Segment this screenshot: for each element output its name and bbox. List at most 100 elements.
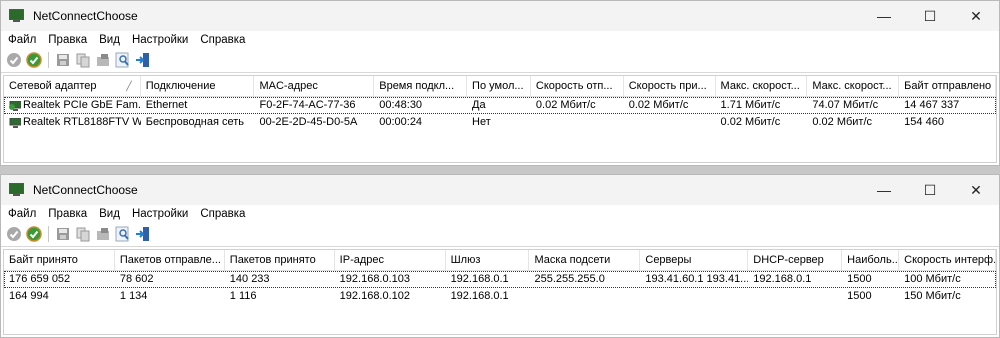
sort-arrow-icon: ╱ bbox=[126, 81, 132, 91]
title-bar[interactable]: NetConnectChoose — ☐ ✕ bbox=[1, 1, 999, 31]
cell-subnet bbox=[529, 288, 640, 305]
cell-connection: Беспроводная сеть bbox=[145, 116, 244, 128]
menu-help[interactable]: Справка bbox=[194, 34, 251, 46]
col-header-max-send[interactable]: Макс. скорост... bbox=[716, 76, 808, 96]
cell-default: Да bbox=[472, 99, 486, 111]
col-header-subnet[interactable]: Маска подсети bbox=[529, 250, 641, 270]
cell-bytes-received: 176 659 052 bbox=[9, 273, 71, 285]
table-row[interactable]: Realtek PCIe GbE Fam... Ethernet F0-2F-7… bbox=[4, 97, 996, 114]
col-header-packets-sent[interactable]: Пакетов отправле... bbox=[115, 250, 225, 270]
cell-gateway: 192.168.0.1 bbox=[450, 273, 509, 285]
cell-mac: 00-2E-2D-45-D0-5A bbox=[259, 116, 358, 128]
find-icon[interactable] bbox=[114, 225, 132, 243]
check-gray-icon[interactable] bbox=[5, 225, 23, 243]
menu-settings[interactable]: Настройки bbox=[126, 208, 194, 220]
col-header-servers[interactable]: Серверы bbox=[640, 250, 749, 270]
menu-edit[interactable]: Правка bbox=[42, 208, 93, 220]
menu-bar: Файл Правка Вид Настройки Справка bbox=[1, 205, 999, 222]
col-header-ip[interactable]: IP-адрес bbox=[335, 250, 446, 270]
save-icon[interactable] bbox=[54, 225, 72, 243]
col-header-recv-speed[interactable]: Скорость при... bbox=[624, 76, 716, 96]
col-header-gateway[interactable]: Шлюз bbox=[446, 250, 530, 270]
cell-adapter: Realtek PCIe GbE Fam... bbox=[23, 99, 141, 111]
check-gray-icon[interactable] bbox=[5, 51, 23, 69]
table-row[interactable]: 176 659 052 78 602 140 233 192.168.0.103… bbox=[4, 271, 996, 288]
col-header-connection[interactable]: Подключение bbox=[141, 76, 255, 96]
cell-packets-received: 140 233 bbox=[229, 273, 270, 285]
save-icon[interactable] bbox=[54, 51, 72, 69]
maximize-button[interactable]: ☐ bbox=[907, 1, 953, 31]
cell-bytes-sent: 154 460 bbox=[904, 116, 944, 128]
col-header-mtu[interactable]: Наиболь... bbox=[842, 250, 900, 270]
col-header-bytes-received[interactable]: Байт принято bbox=[4, 250, 115, 270]
title-bar[interactable]: NetConnectChoose — ☐ ✕ bbox=[1, 175, 999, 205]
cell-servers: 193.41.60.1 193.41.... bbox=[645, 273, 749, 285]
exit-icon[interactable] bbox=[134, 225, 152, 243]
cell-bytes-sent: 14 467 337 bbox=[904, 99, 960, 111]
col-header-mac[interactable]: MAC-адрес bbox=[254, 76, 375, 96]
adapter-details-list: Байт принято Пакетов отправле... Пакетов… bbox=[3, 249, 997, 335]
cell-max-send: 0.02 Мбит/с bbox=[720, 116, 781, 128]
find-icon[interactable] bbox=[114, 51, 132, 69]
col-header-connect-time[interactable]: Время подкл... bbox=[374, 76, 468, 96]
cell-max-recv: 0.02 Мбит/с bbox=[812, 116, 873, 128]
minimize-button[interactable]: — bbox=[861, 175, 907, 205]
col-header-bytes-sent[interactable]: Байт отправлено bbox=[899, 76, 996, 96]
toolbar bbox=[1, 48, 999, 73]
cell-send-speed: 0.02 Мбит/с bbox=[535, 99, 596, 111]
cell-servers bbox=[640, 288, 748, 305]
cell-packets-sent: 78 602 bbox=[119, 273, 154, 285]
col-header-link-speed[interactable]: Скорость интерф... bbox=[899, 250, 996, 270]
network-adapter-icon bbox=[9, 117, 22, 129]
close-button[interactable]: ✕ bbox=[953, 1, 999, 31]
cell-ip: 192.168.0.102 bbox=[339, 290, 411, 302]
table-row[interactable]: Realtek RTL8188FTV W... Беспроводная сет… bbox=[4, 114, 996, 131]
toolbar bbox=[1, 222, 999, 247]
col-header-adapter[interactable]: Сетевой адаптер ╱ bbox=[4, 76, 141, 96]
exit-icon[interactable] bbox=[134, 51, 152, 69]
properties-icon[interactable] bbox=[94, 51, 112, 69]
col-header-send-speed[interactable]: Скорость отп... bbox=[531, 76, 624, 96]
app-icon bbox=[9, 9, 25, 23]
col-header-max-recv[interactable]: Макс. скорост... bbox=[807, 76, 900, 96]
menu-file[interactable]: Файл bbox=[1, 34, 42, 46]
cell-connection: Ethernet bbox=[145, 99, 188, 111]
list-header: Сетевой адаптер ╱ Подключение MAC-адрес В… bbox=[4, 76, 996, 97]
cell-connect-time: 00:00:24 bbox=[379, 116, 423, 128]
minimize-button[interactable]: — bbox=[861, 1, 907, 31]
app-icon bbox=[9, 183, 25, 197]
col-header-packets-received[interactable]: Пакетов принято bbox=[225, 250, 335, 270]
col-header-default[interactable]: По умол... bbox=[467, 76, 531, 96]
menu-settings[interactable]: Настройки bbox=[126, 34, 194, 46]
cell-ip: 192.168.0.103 bbox=[339, 273, 411, 285]
menu-view[interactable]: Вид bbox=[93, 208, 126, 220]
cell-packets-sent: 1 134 bbox=[119, 290, 148, 302]
list-header: Байт принято Пакетов отправле... Пакетов… bbox=[4, 250, 996, 271]
cell-recv-speed bbox=[624, 114, 716, 131]
col-header-dhcp[interactable]: DHCP-сервер bbox=[748, 250, 843, 270]
properties-icon[interactable] bbox=[94, 225, 112, 243]
cell-packets-received: 1 116 bbox=[229, 290, 257, 302]
copy-icon[interactable] bbox=[74, 225, 92, 243]
copy-icon[interactable] bbox=[74, 51, 92, 69]
cell-subnet: 255.255.255.0 bbox=[534, 273, 605, 285]
menu-view[interactable]: Вид bbox=[93, 34, 126, 46]
check-green-icon[interactable] bbox=[25, 51, 43, 69]
maximize-button[interactable]: ☐ bbox=[907, 175, 953, 205]
cell-bytes-received: 164 994 bbox=[9, 290, 49, 302]
window-top: NetConnectChoose — ☐ ✕ Файл Правка Вид Н… bbox=[0, 0, 1000, 166]
cell-link-speed: 100 Мбит/с bbox=[904, 273, 961, 285]
toolbar-separator bbox=[48, 52, 49, 68]
cell-max-recv: 74.07 Мбит/с bbox=[812, 99, 879, 111]
cell-adapter: Realtek RTL8188FTV W... bbox=[23, 116, 141, 128]
cell-max-send: 1.71 Мбит/с bbox=[720, 99, 781, 111]
check-green-icon[interactable] bbox=[25, 225, 43, 243]
menu-edit[interactable]: Правка bbox=[42, 34, 93, 46]
menu-bar: Файл Правка Вид Настройки Справка bbox=[1, 31, 999, 48]
cell-mtu: 1500 bbox=[847, 273, 872, 285]
close-button[interactable]: ✕ bbox=[953, 175, 999, 205]
menu-help[interactable]: Справка bbox=[194, 208, 251, 220]
cell-gateway: 192.168.0.1 bbox=[450, 290, 509, 302]
network-adapter-active-icon bbox=[9, 100, 22, 112]
menu-file[interactable]: Файл bbox=[1, 208, 42, 220]
